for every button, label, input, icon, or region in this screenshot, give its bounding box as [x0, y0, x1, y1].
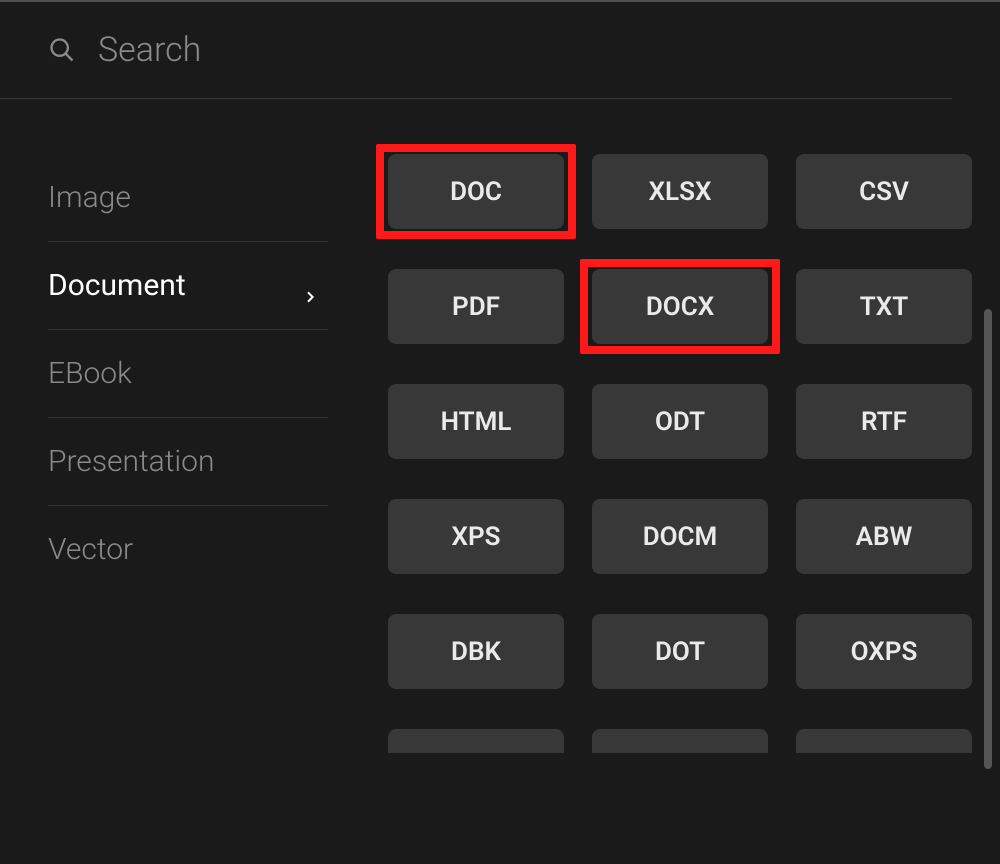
- format-button-pdf[interactable]: PDF: [388, 269, 564, 344]
- scrollbar[interactable]: [984, 309, 992, 769]
- sidebar-item-presentation[interactable]: Presentation: [48, 418, 328, 506]
- format-button-dbk[interactable]: DBK: [388, 614, 564, 689]
- format-button-abw[interactable]: ABW: [796, 499, 972, 574]
- format-button-partial[interactable]: [592, 729, 768, 753]
- sidebar-item-vector[interactable]: Vector: [48, 506, 328, 593]
- sidebar-item-label: Image: [48, 180, 131, 215]
- format-button-csv[interactable]: CSV: [796, 154, 972, 229]
- format-button-doc[interactable]: DOC: [388, 154, 564, 229]
- format-button-xlsx[interactable]: XLSX: [592, 154, 768, 229]
- search-bar: [0, 2, 952, 99]
- format-button-html[interactable]: HTML: [388, 384, 564, 459]
- format-button-partial[interactable]: [388, 729, 564, 753]
- sidebar-item-image[interactable]: Image: [48, 154, 328, 242]
- sidebar-item-ebook[interactable]: EBook: [48, 330, 328, 418]
- sidebar-item-label: Presentation: [48, 444, 214, 479]
- format-button-dot[interactable]: DOT: [592, 614, 768, 689]
- format-button-docm[interactable]: DOCM: [592, 499, 768, 574]
- category-sidebar: Image Document EBook Presentation: [48, 154, 328, 841]
- sidebar-item-label: Vector: [48, 532, 133, 567]
- search-icon: [48, 36, 76, 64]
- sidebar-item-label: EBook: [48, 356, 132, 391]
- sidebar-item-document[interactable]: Document: [48, 242, 328, 330]
- format-grid-area: DOC XLSX CSV PDF DOCX TXT HTML ODT RTF XPS DOCM ABW…: [328, 154, 1000, 841]
- search-input[interactable]: [98, 30, 904, 70]
- format-grid: DOC XLSX CSV PDF DOCX TXT HTML ODT RTF XPS DOCM ABW…: [388, 154, 980, 753]
- format-button-odt[interactable]: ODT: [592, 384, 768, 459]
- format-button-partial[interactable]: [796, 729, 972, 753]
- format-button-oxps[interactable]: OXPS: [796, 614, 972, 689]
- format-button-docx[interactable]: DOCX: [592, 269, 768, 344]
- sidebar-item-label: Document: [48, 268, 186, 303]
- format-button-xps[interactable]: XPS: [388, 499, 564, 574]
- format-picker-panel: Image Document EBook Presentation: [0, 0, 1000, 864]
- chevron-right-icon: [302, 278, 318, 294]
- format-button-rtf[interactable]: RTF: [796, 384, 972, 459]
- content-area: Image Document EBook Presentation: [0, 99, 1000, 841]
- format-button-txt[interactable]: TXT: [796, 269, 972, 344]
